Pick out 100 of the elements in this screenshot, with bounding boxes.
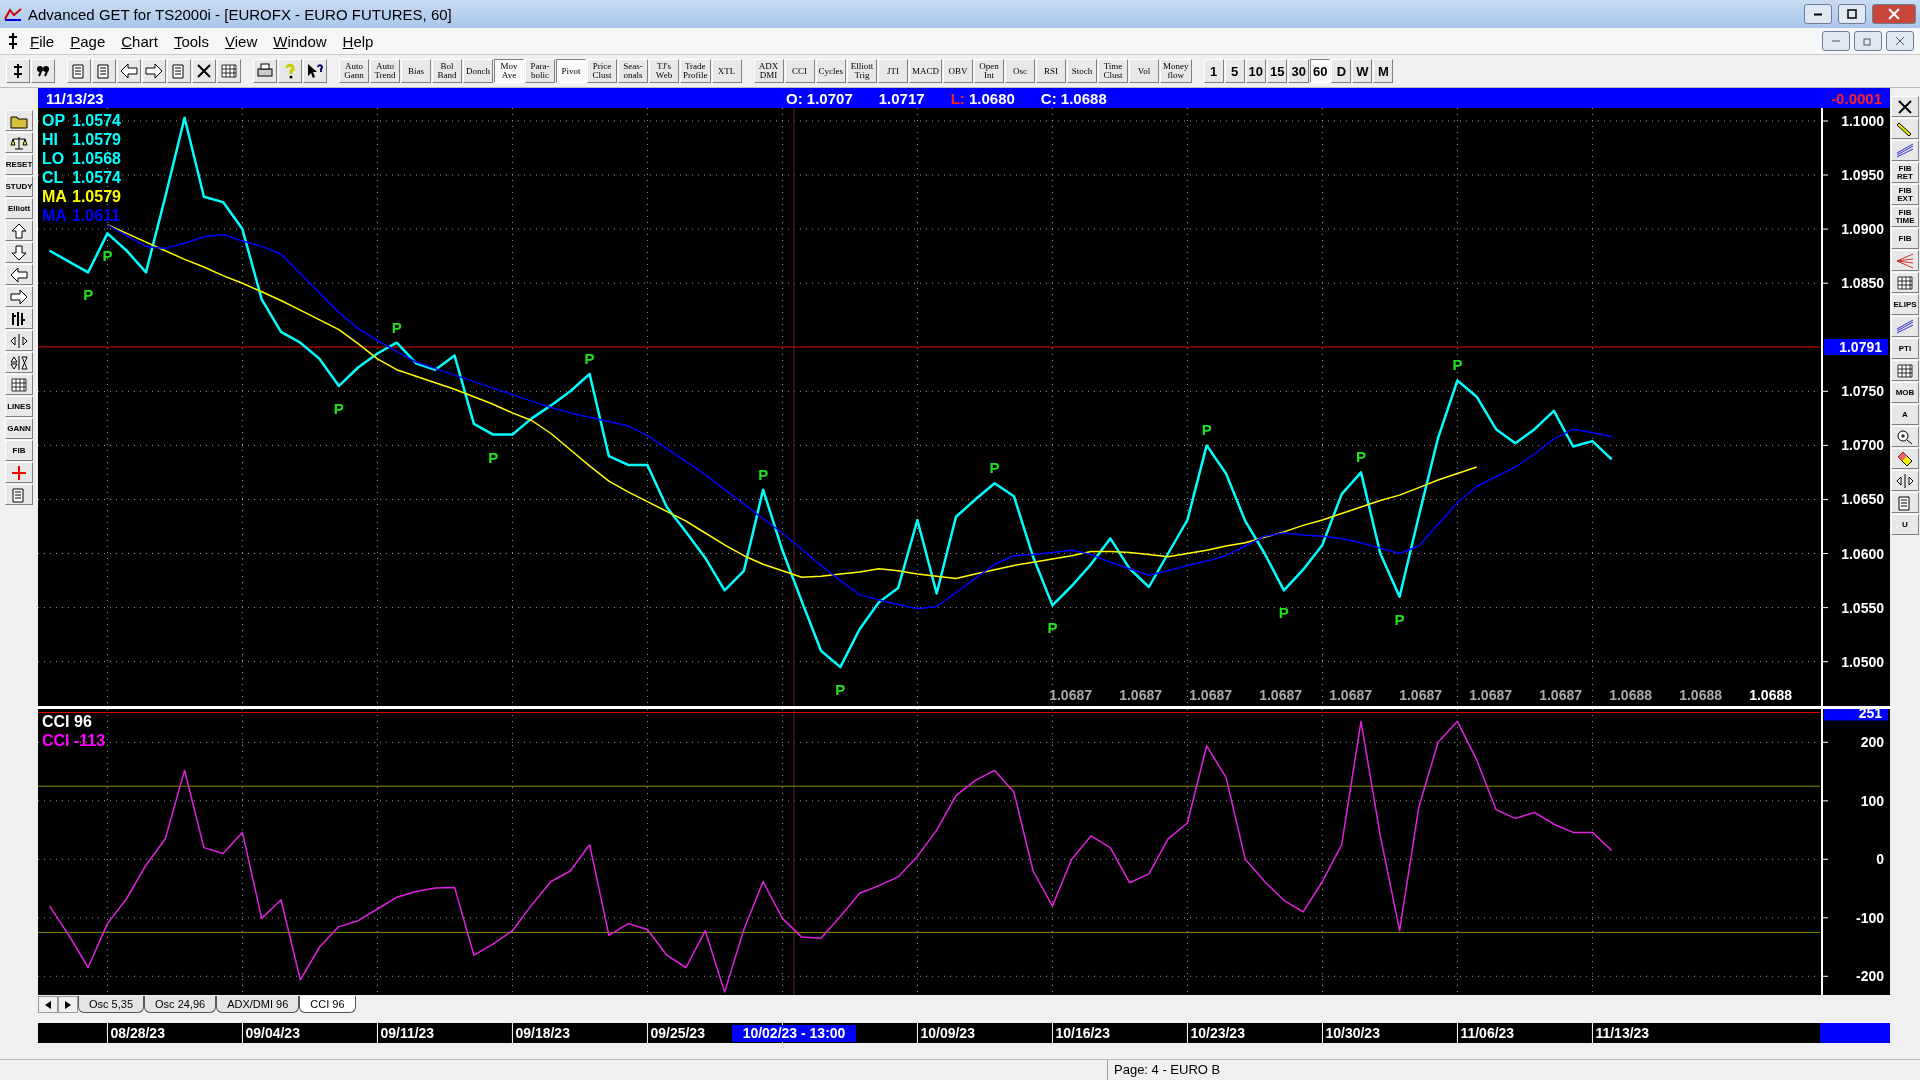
indicator-toggle[interactable]: Cycles [815,59,846,83]
menu-item[interactable]: Chart [115,30,164,52]
menu-item[interactable]: File [24,30,61,52]
pin-button[interactable] [6,59,30,83]
indicator-toggle[interactable]: ADX DMI [753,59,784,83]
quote-button[interactable] [31,59,55,83]
left-tool-button[interactable]: GANN [5,418,33,439]
toolbar-button[interactable] [217,59,241,83]
pin-icon [6,32,20,50]
chart-tab[interactable]: Osc 24,96 [144,996,217,1013]
left-arrow-icon [10,266,28,283]
left-tool-button[interactable] [5,242,33,263]
interval-button[interactable]: W [1352,59,1373,83]
right-tool-button[interactable]: FIB RET [1891,162,1919,183]
interval-button[interactable]: 60 [1309,59,1331,83]
indicator-toggle[interactable]: Open Int [974,59,1004,83]
left-tool-button[interactable]: STUDY [5,176,33,197]
interval-button[interactable]: M [1373,59,1394,83]
overlay-toggle[interactable]: Pivot [556,59,586,83]
interval-button[interactable]: D [1331,59,1352,83]
right-tool-button[interactable] [1891,96,1919,117]
close-button[interactable] [1886,31,1914,51]
overlay-toggle[interactable]: TJ's Web [649,59,679,83]
right-tool-button[interactable]: A [1891,404,1919,425]
indicator-toggle[interactable]: Stoch [1067,59,1097,83]
overlay-toggle[interactable]: Trade Profile [680,59,711,83]
indicator-toggle[interactable]: Osc [1005,59,1035,83]
left-tool-button[interactable]: RESET [5,154,33,175]
toolbar-button[interactable] [117,59,141,83]
left-tool-button[interactable]: Elliott [5,198,33,219]
menu-item[interactable]: Page [64,30,112,52]
interval-button[interactable]: 15 [1267,59,1288,83]
overlay-toggle[interactable]: Mov Ave [494,59,524,83]
indicator-toggle[interactable]: Vol [1129,59,1159,83]
indicator-toggle[interactable]: Money flow [1160,59,1192,83]
overlay-toggle[interactable]: Para- bolic [525,59,555,83]
indicator-toggle[interactable]: RSI [1036,59,1066,83]
right-tool-button[interactable] [1891,360,1919,381]
overlay-toggle[interactable]: Auto Gann [339,59,369,83]
restore-button[interactable] [1854,31,1882,51]
left-tool-button[interactable] [5,374,33,395]
toolbar-button[interactable] [142,59,166,83]
right-tool-button[interactable]: FIB EXT [1891,184,1919,205]
overlay-toggle[interactable]: XTL [711,59,742,83]
minimize-button[interactable] [1822,31,1850,51]
right-tool-button[interactable]: FIB TIME [1891,206,1919,227]
next-button[interactable] [58,996,78,1013]
chart-tab[interactable]: Osc 5,35 [78,996,145,1013]
overlay-toggle[interactable]: Donch [463,59,493,83]
left-tool-button[interactable] [5,264,33,285]
left-tool-button[interactable] [5,110,33,131]
price-field: 1.0717 [878,89,925,107]
right-tool-button[interactable] [1891,118,1919,139]
interval-button[interactable]: 10 [1245,59,1266,83]
interval-button[interactable]: 1 [1203,59,1224,83]
close-button[interactable] [1872,4,1916,24]
print-button[interactable] [253,59,277,83]
left-tool-button[interactable] [5,308,33,329]
chart-tab[interactable]: CCI 96 [299,996,356,1013]
indicator-toggle[interactable]: OBV [943,59,973,83]
interval-button[interactable]: 30 [1288,59,1309,83]
chart-tab[interactable]: ADX/DMI 96 [216,996,300,1013]
menu-item[interactable]: Help [336,30,380,52]
overlay-toggle[interactable]: Bias [401,59,431,83]
indicator-toggle[interactable]: CCI [784,59,815,83]
right-tool-button[interactable] [1891,470,1919,491]
indicator-toggle[interactable]: MACD [909,59,942,83]
right-tool-button[interactable]: ELIPS [1891,294,1919,315]
left-tool-button[interactable] [5,286,33,307]
left-tool-button[interactable] [5,330,33,351]
overlay-toggle[interactable]: Auto Trend [370,59,400,83]
toolbar-button[interactable] [192,59,216,83]
menu-item[interactable]: Tools [167,30,215,52]
left-tool-button[interactable]: FIB [5,440,33,461]
right-tool-button[interactable]: FIB [1891,228,1919,249]
left-tool-button[interactable] [5,352,33,373]
right-tool-button[interactable]: MOB [1891,382,1919,403]
help-button[interactable] [278,59,302,83]
left-tool-button[interactable]: LINES [5,396,33,417]
left-tool-button[interactable] [5,132,33,153]
left-tool-button[interactable] [5,220,33,241]
indicator-toggle[interactable]: Elliott Trig [847,59,877,83]
right-tool-button[interactable] [1891,426,1919,447]
overlay-toggle[interactable]: Bol Band [432,59,462,83]
right-tool-button[interactable]: U [1891,514,1919,535]
previous-button[interactable] [38,996,58,1013]
context-help-button[interactable] [303,59,327,83]
menu-item[interactable]: Window [267,30,333,52]
right-tool-button[interactable] [1891,448,1919,469]
legend-entry: LO 1.0568 [42,150,121,167]
indicator-toggle[interactable]: JTI [878,59,908,83]
right-tool-button[interactable] [1891,272,1919,293]
overlay-toggle[interactable]: Seas- onals [618,59,648,83]
indicator-toggle[interactable]: Time Clust [1098,59,1128,83]
interval-button[interactable]: 5 [1224,59,1245,83]
minimize-button[interactable] [1804,4,1832,24]
menu-item[interactable]: View [218,30,264,52]
overlay-toggle[interactable]: Price Clust [587,59,617,83]
right-tool-button[interactable]: PTI [1891,338,1919,359]
maximize-button[interactable] [1838,4,1866,24]
